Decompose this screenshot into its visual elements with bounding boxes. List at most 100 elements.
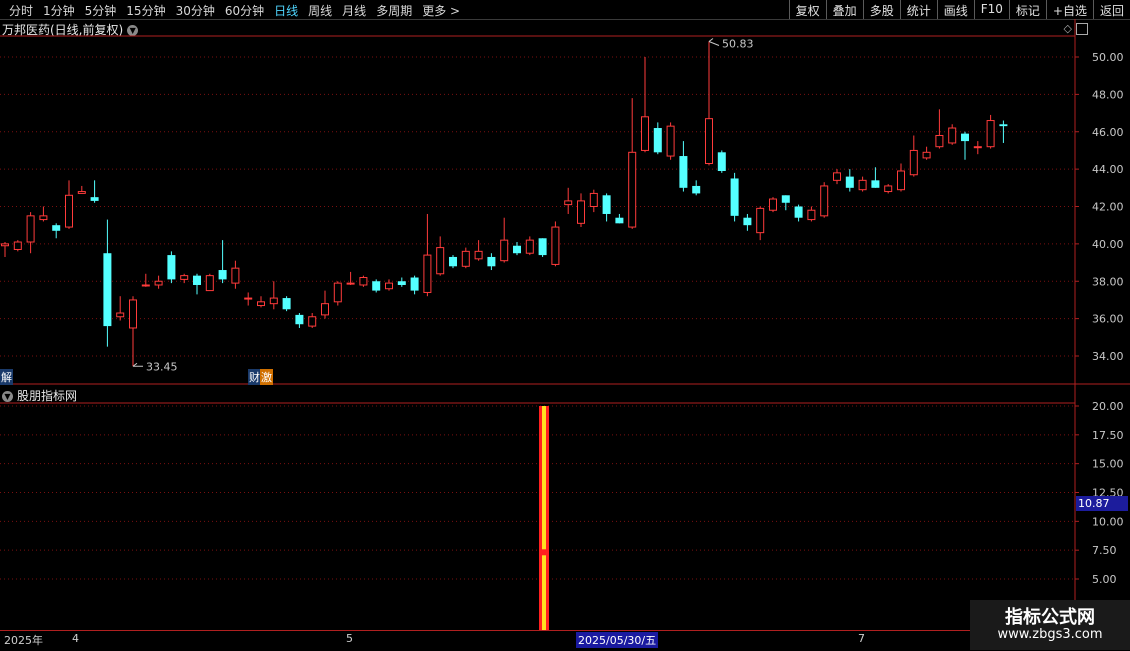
candle-body-up bbox=[180, 275, 189, 280]
candle-body-up bbox=[756, 207, 765, 234]
price-tick-label: 36.00 bbox=[1092, 313, 1124, 326]
candle-body-down bbox=[193, 275, 201, 285]
price-tick-label: 38.00 bbox=[1092, 275, 1124, 288]
chevron-down-icon[interactable]: ▼ bbox=[2, 391, 13, 402]
candle-body-up bbox=[500, 239, 509, 262]
candle-body-up bbox=[807, 209, 816, 221]
badge-unlock[interactable]: 解 bbox=[0, 369, 13, 385]
candle-body-down bbox=[282, 298, 291, 310]
candle-body-up bbox=[705, 118, 713, 165]
candle-body-down bbox=[794, 206, 803, 218]
candle-body-up bbox=[333, 282, 342, 303]
candle-body-up bbox=[909, 149, 918, 176]
candle-body-up bbox=[884, 185, 893, 193]
candle-body-down bbox=[90, 197, 99, 201]
date-month-5: 5 bbox=[346, 632, 353, 645]
candle-body-down bbox=[52, 225, 61, 231]
candle-body-down bbox=[653, 128, 662, 153]
chart-canvas: 50.00 48.00 46.00 44.00 42.00 40.00 38.00 36.00… bbox=[0, 19, 1130, 630]
candle-body-down bbox=[692, 185, 701, 194]
candle-body-up bbox=[65, 194, 73, 228]
candle-body-up bbox=[346, 282, 355, 285]
candle-body-up bbox=[244, 297, 253, 300]
watermark-url: www.zbgs3.com bbox=[997, 627, 1103, 642]
candle-body-down bbox=[743, 217, 752, 226]
candle-body-up bbox=[205, 275, 214, 292]
price-tick-label: 34.00 bbox=[1092, 350, 1124, 363]
candle-body-up bbox=[897, 170, 905, 191]
indicator-tick-label: 17.50 bbox=[1092, 429, 1124, 442]
indicator-bar-mark bbox=[542, 549, 546, 556]
candle-body-up bbox=[321, 303, 329, 316]
candle-body-down bbox=[218, 270, 227, 280]
candle-body-up bbox=[129, 299, 137, 329]
indicator-bar-inner bbox=[542, 406, 546, 630]
candle-body-up bbox=[858, 179, 867, 191]
candle-body-down bbox=[730, 178, 739, 216]
date-axis: 2025年 4 5 2025/05/30/五 7 bbox=[0, 630, 1075, 651]
watermark: 指标公式网 www.zbgs3.com bbox=[970, 600, 1130, 650]
candle-body-down bbox=[487, 256, 496, 267]
candle-body-up bbox=[666, 125, 675, 157]
candle-body-up bbox=[13, 241, 22, 250]
candle-body-up bbox=[257, 301, 265, 307]
candle-body-up bbox=[308, 316, 317, 327]
low-marker-arrow bbox=[132, 362, 143, 367]
candle-body-down bbox=[513, 245, 521, 254]
candle-body-down bbox=[961, 133, 969, 142]
candle-body-down bbox=[871, 180, 880, 188]
candle-body-down bbox=[449, 256, 457, 267]
price-tick-label: 42.00 bbox=[1092, 201, 1124, 214]
price-tick-label: 44.00 bbox=[1092, 163, 1124, 176]
candle-body-down bbox=[410, 277, 419, 291]
candle-body-down bbox=[999, 124, 1008, 127]
date-month-4: 4 bbox=[72, 632, 79, 645]
candle-body-up bbox=[820, 185, 829, 217]
candle-body-down bbox=[538, 238, 547, 256]
candle-body-up bbox=[641, 116, 649, 151]
indicator-title-text: 股朋指标网 bbox=[17, 389, 78, 403]
badge-incentive[interactable]: 激 bbox=[260, 369, 273, 385]
date-month-7: 7 bbox=[858, 632, 865, 645]
indicator-tick-label: 15.00 bbox=[1092, 458, 1124, 471]
candle-body-up bbox=[935, 134, 944, 148]
date-year: 2025年 bbox=[4, 634, 43, 647]
price-tick-label: 48.00 bbox=[1092, 88, 1124, 101]
candle-body-up bbox=[922, 151, 931, 159]
watermark-title: 指标公式网 bbox=[1005, 607, 1095, 628]
candle-body-down bbox=[167, 255, 176, 280]
candle-body-up bbox=[39, 215, 48, 221]
candle-body-up bbox=[551, 226, 560, 265]
candle-body-up bbox=[385, 282, 393, 290]
candle-body-up bbox=[589, 192, 598, 207]
indicator-tick-label: 20.00 bbox=[1092, 400, 1124, 413]
high-price-label: 50.83 bbox=[722, 37, 754, 50]
candle-body-up bbox=[1, 243, 9, 247]
candle-body-up bbox=[461, 250, 470, 267]
candle-body-up bbox=[973, 146, 982, 149]
candle-body-up bbox=[141, 284, 150, 287]
candle-body-up bbox=[423, 254, 432, 293]
candle-body-up bbox=[577, 200, 585, 224]
candle-body-up bbox=[77, 191, 86, 194]
candle-body-down bbox=[397, 281, 406, 285]
candle-body-down bbox=[717, 152, 726, 171]
candle-body-up bbox=[628, 151, 637, 228]
candle-body-up bbox=[436, 247, 445, 275]
candle-body-up bbox=[359, 277, 368, 286]
candle-body-up bbox=[769, 198, 777, 211]
indicator-title[interactable]: ▼ 股朋指标网 bbox=[2, 387, 77, 404]
candle-body-up bbox=[154, 280, 163, 286]
price-tick-label: 46.00 bbox=[1092, 126, 1124, 139]
candle-body-up bbox=[948, 127, 957, 144]
candle-body-up bbox=[474, 250, 483, 260]
candle-body-up bbox=[116, 312, 125, 318]
price-tick-label: 50.00 bbox=[1092, 51, 1124, 64]
candle-body-down bbox=[602, 195, 611, 214]
indicator-tick-label: 7.50 bbox=[1092, 544, 1117, 557]
candle-body-up bbox=[833, 172, 841, 181]
indicator-current-value: 10.87 bbox=[1076, 496, 1128, 511]
high-marker-arrow bbox=[708, 38, 720, 46]
candle-body-up bbox=[564, 200, 573, 206]
date-selected: 2025/05/30/五 bbox=[576, 632, 659, 648]
